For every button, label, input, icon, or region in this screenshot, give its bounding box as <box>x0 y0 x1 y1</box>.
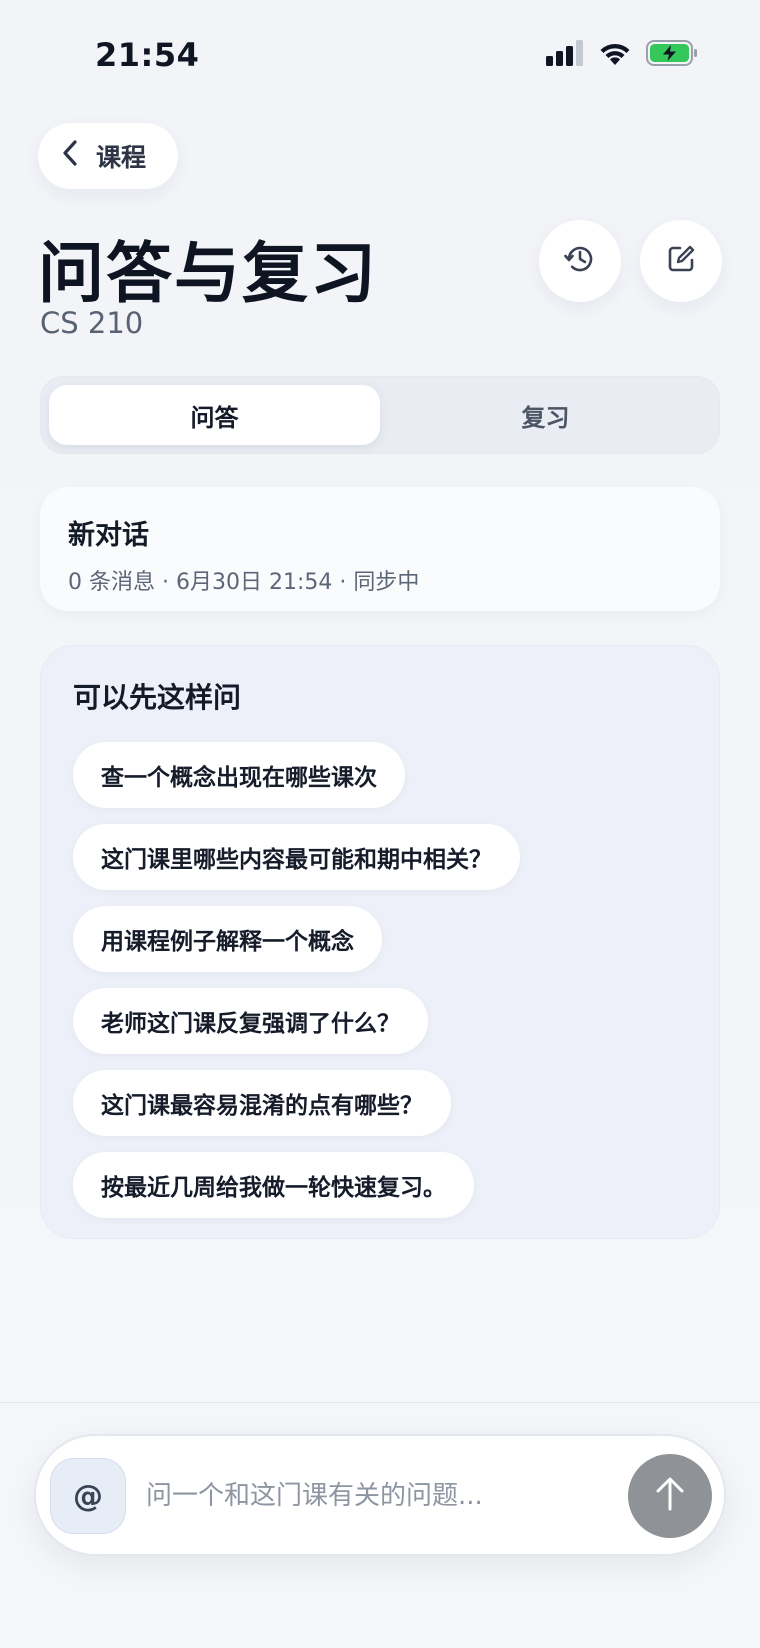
suggestion-chip[interactable]: 查一个概念出现在哪些课次 <box>73 742 405 808</box>
status-time: 21:54 <box>95 36 200 74</box>
history-icon <box>562 241 598 281</box>
page-title: 问答与复习 <box>38 235 378 312</box>
send-button[interactable] <box>628 1454 712 1538</box>
suggestions-title: 可以先这样问 <box>73 681 242 714</box>
conversation-card[interactable]: 新对话 0 条消息 · 6月30日 21:54 · 同步中 <box>40 487 720 611</box>
message-composer: @ <box>34 1434 726 1556</box>
suggestion-list: 查一个概念出现在哪些课次 这门课里哪些内容最可能和期中相关？ 用课程例子解释一个… <box>73 742 687 1218</box>
compose-button[interactable] <box>640 220 722 302</box>
suggestion-chip[interactable]: 这门课最容易混淆的点有哪些？ <box>73 1070 451 1136</box>
compose-icon <box>664 242 698 280</box>
back-button-label: 课程 <box>96 143 147 172</box>
suggestion-chip[interactable]: 老师这门课反复强调了什么？ <box>73 988 428 1054</box>
tab-review[interactable]: 复习 <box>380 385 711 445</box>
conversation-title: 新对话 <box>68 520 149 551</box>
chevron-left-icon <box>62 140 78 172</box>
suggestion-chip[interactable]: 按最近几周给我做一轮快速复习。 <box>73 1152 474 1218</box>
arrow-up-icon <box>653 1475 687 1517</box>
course-code: CS 210 <box>40 306 144 340</box>
tab-qa[interactable]: 问答 <box>49 385 380 445</box>
history-button[interactable] <box>539 220 621 302</box>
screen: 21:54 课程 问答与复习 CS 210 问答 复习 新对话 0 条消息 · … <box>0 0 760 1648</box>
conversation-meta: 0 条消息 · 6月30日 21:54 · 同步中 <box>68 570 420 595</box>
status-icons <box>546 40 698 70</box>
back-button[interactable]: 课程 <box>38 123 178 189</box>
question-input[interactable] <box>146 1466 576 1526</box>
mention-button[interactable]: @ <box>50 1458 126 1534</box>
suggestions-panel: 可以先这样问 查一个概念出现在哪些课次 这门课里哪些内容最可能和期中相关？ 用课… <box>40 645 720 1239</box>
cellular-signal-icon <box>546 40 584 70</box>
segmented-tabs: 问答 复习 <box>40 376 720 454</box>
suggestion-chip[interactable]: 这门课里哪些内容最可能和期中相关？ <box>73 824 520 890</box>
composer-divider <box>0 1402 760 1403</box>
suggestion-chip[interactable]: 用课程例子解释一个概念 <box>73 906 382 972</box>
wifi-icon <box>598 40 632 70</box>
status-bar: 21:54 <box>0 0 760 112</box>
battery-charging-icon <box>646 40 698 70</box>
